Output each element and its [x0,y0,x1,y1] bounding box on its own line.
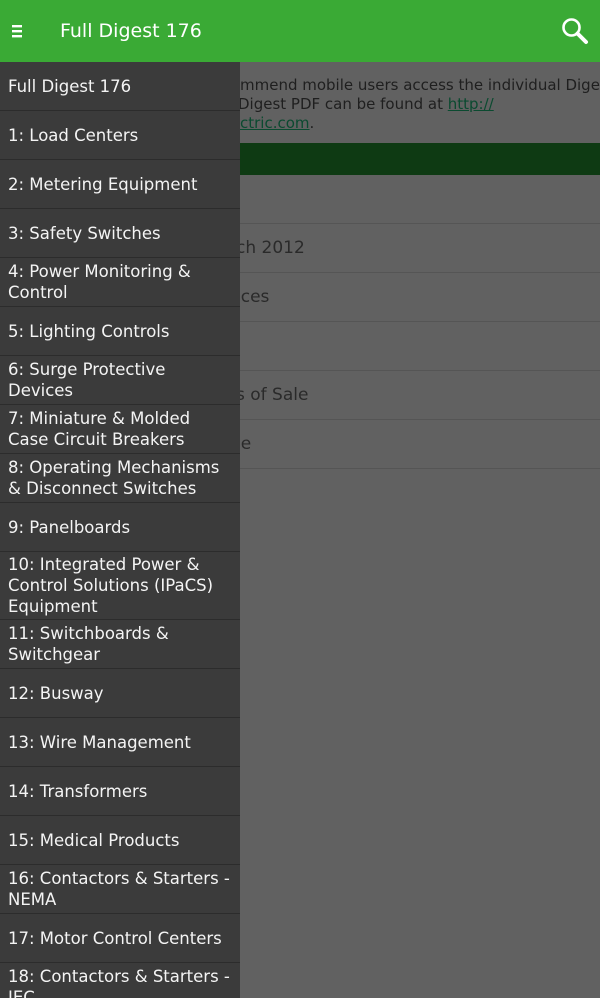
drawer-item-circuit-breakers[interactable]: 7: Miniature & Molded Case Circuit Break… [0,405,240,454]
drawer-item-wire-management[interactable]: 13: Wire Management [0,718,240,767]
intro-line-3: ctric.com. [240,114,314,133]
drawer-item-surge-protective-devices[interactable]: 6: Surge Protective Devices [0,356,240,405]
drawer-item-lighting-controls[interactable]: 5: Lighting Controls [0,307,240,356]
drawer-item-contactors-iec[interactable]: 18: Contactors & Starters - IEC [0,963,240,998]
intro-line-2-text: Digest PDF can be found at [238,95,448,113]
drawer-item-busway[interactable]: 12: Busway [0,669,240,718]
drawer-item-motor-control-centers[interactable]: 17: Motor Control Centers [0,914,240,963]
drawer-item-safety-switches[interactable]: 3: Safety Switches [0,209,240,258]
drawer-item-switchboards[interactable]: 11: Switchboards & Switchgear [0,620,240,669]
drawer-item-operating-mechanisms[interactable]: 8: Operating Mechanisms & Disconnect Swi… [0,454,240,503]
drawer-item-medical-products[interactable]: 15: Medical Products [0,816,240,865]
drawer-item-power-monitoring[interactable]: 4: Power Monitoring & Control [0,258,240,307]
drawer-item-transformers[interactable]: 14: Transformers [0,767,240,816]
drawer-item-metering-equipment[interactable]: 2: Metering Equipment [0,160,240,209]
app-title: Full Digest 176 [60,20,202,42]
drawer-item-contactors-nema[interactable]: 16: Contactors & Starters - NEMA [0,865,240,914]
app-bar: Full Digest 176 [0,0,600,62]
intro-link-2[interactable]: ctric.com [240,114,310,132]
intro-link-1[interactable]: http:// [448,95,494,113]
search-icon[interactable] [560,16,590,46]
intro-line-2: Digest PDF can be found at http:// [238,95,494,114]
intro-line-1: mmend mobile users access the individual… [240,76,600,94]
drawer-item-panelboards[interactable]: 9: Panelboards [0,503,240,552]
drawer-item-ipacs[interactable]: 10: Integrated Power & Control Solutions… [0,552,240,620]
drawer-item-load-centers[interactable]: 1: Load Centers [0,111,240,160]
drawer-item-full-digest[interactable]: Full Digest 176 [0,62,240,111]
navigation-drawer: Full Digest 176 1: Load Centers 2: Meter… [0,62,240,998]
hamburger-menu-icon[interactable] [8,18,32,44]
intro-line-3-suffix: . [309,114,315,132]
